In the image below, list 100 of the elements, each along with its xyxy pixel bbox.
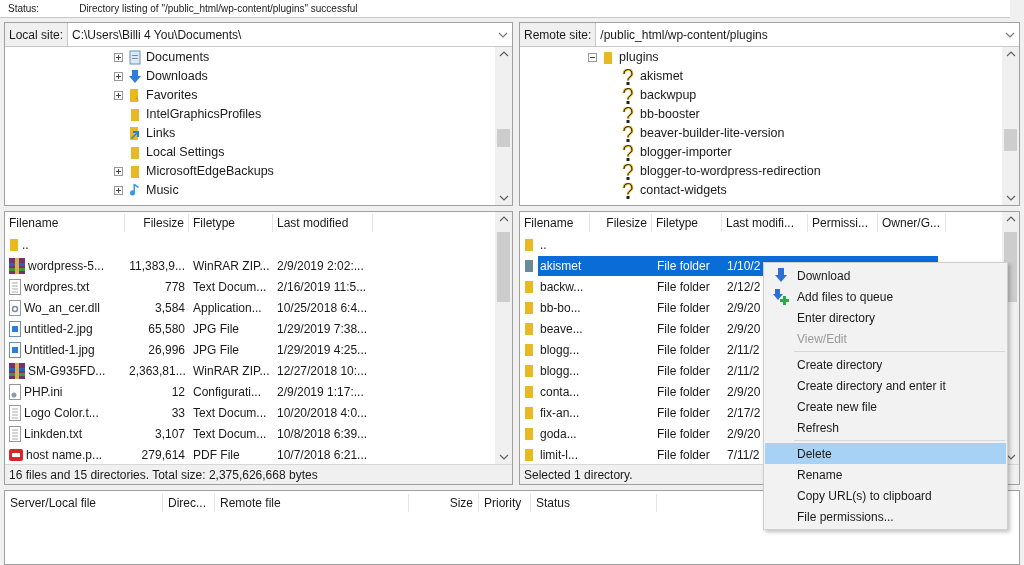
tree-item[interactable]: IntelGraphicsProfiles [114, 105, 495, 124]
tree-item[interactable]: Links [114, 124, 495, 143]
music-note-icon [129, 183, 141, 198]
menu-item[interactable]: Copy URL(s) to clipboard [765, 485, 1006, 506]
tree-item[interactable]: MicrosoftEdgeBackups [114, 162, 495, 181]
menu-item[interactable]: Add files to queue [765, 286, 1006, 307]
expand-icon[interactable] [114, 53, 123, 62]
column-header[interactable]: Status [531, 494, 657, 512]
column-header[interactable]: Owner/G... [878, 214, 946, 232]
expand-icon[interactable] [114, 167, 123, 176]
file-name[interactable]: wordpress-5... [28, 256, 105, 275]
file-type: Text Docum... [192, 404, 268, 422]
file-name[interactable]: Wo_an_cer.dll [24, 298, 100, 317]
file-name[interactable]: .. [538, 235, 653, 254]
file-name[interactable]: blogg... [538, 361, 653, 380]
scrollbar-thumb[interactable] [1004, 129, 1017, 151]
file-name[interactable]: Linkden.txt [24, 424, 83, 443]
scrollbar-thumb[interactable] [497, 129, 510, 147]
tree-item[interactable]: akismet [588, 67, 1002, 86]
file-name[interactable]: conta... [538, 382, 653, 401]
column-header[interactable]: Last modified [273, 214, 373, 232]
file-modified: 2/16/2019 11:5... [276, 278, 368, 296]
scrollbar[interactable] [495, 47, 512, 205]
text-file-icon [9, 278, 21, 295]
gear-file-icon [9, 299, 21, 316]
file-size: 11,383,9... [128, 257, 186, 275]
column-header[interactable]: Direc... [163, 494, 215, 512]
scroll-up-icon[interactable] [498, 216, 509, 222]
file-name[interactable]: host name.p... [26, 445, 103, 464]
file-name[interactable]: wordpres.txt [24, 277, 90, 296]
expand-icon[interactable] [114, 186, 123, 195]
column-header[interactable]: Filesize [125, 214, 189, 232]
tree-item[interactable]: backwpup [588, 86, 1002, 105]
tree-item[interactable]: beaver-builder-lite-version [588, 124, 1002, 143]
folder-icon [524, 384, 534, 399]
file-name[interactable]: Untitled-1.jpg [24, 340, 95, 359]
column-header[interactable]: Size [409, 494, 479, 512]
file-name[interactable]: goda... [538, 424, 653, 443]
tree-item[interactable]: bb-booster [588, 105, 1002, 124]
file-name[interactable]: fix-an... [538, 403, 653, 422]
expand-icon[interactable] [114, 72, 123, 81]
file-type: PDF File [192, 446, 241, 464]
file-name[interactable]: .. [22, 235, 29, 254]
file-name[interactable]: limit-l... [538, 445, 653, 464]
scrollbar[interactable] [1002, 47, 1019, 205]
file-name[interactable]: SM-G935FD... [28, 361, 106, 380]
folder-icon [130, 107, 140, 122]
menu-item[interactable]: Create directory and enter it [765, 375, 1006, 396]
menu-item[interactable]: Create new file [765, 396, 1006, 417]
column-header[interactable]: Last modifi... [722, 214, 808, 232]
file-row[interactable]: .. [538, 234, 938, 255]
column-header[interactable]: Permissi... [808, 214, 878, 232]
image-file-icon [9, 341, 21, 358]
file-name[interactable]: beave... [538, 319, 653, 338]
column-header[interactable]: Filetype [189, 214, 273, 232]
menu-item[interactable]: Delete [765, 443, 1006, 464]
tree-item[interactable]: plugins [588, 48, 1002, 67]
column-header[interactable]: Filename [5, 214, 125, 232]
folder-icon [9, 237, 19, 252]
tree-item[interactable]: Documents [114, 48, 495, 67]
menu-item[interactable]: Rename [765, 464, 1006, 485]
text-file-icon [9, 425, 21, 442]
menu-item[interactable]: Refresh [765, 417, 1006, 438]
column-header[interactable]: Remote file [215, 494, 409, 512]
scrollbar-thumb[interactable] [497, 232, 510, 302]
tree-item[interactable]: contact-widgets [588, 181, 1002, 200]
column-header[interactable]: Server/Local file [5, 494, 163, 512]
question-mark-icon [622, 106, 634, 123]
scroll-up-icon[interactable] [498, 51, 509, 57]
menu-item[interactable]: Enter directory [765, 307, 1006, 328]
column-header[interactable]: Priority [479, 494, 531, 512]
expand-icon[interactable] [114, 91, 123, 100]
question-mark-icon [622, 144, 634, 161]
column-header[interactable]: Filetype [652, 214, 722, 232]
file-name[interactable]: backw... [538, 277, 653, 296]
tree-item[interactable]: Favorites [114, 86, 495, 105]
scroll-down-icon[interactable] [1005, 195, 1016, 201]
menu-item[interactable]: File permissions... [765, 506, 1006, 527]
file-name[interactable]: akismet [538, 256, 653, 275]
scroll-down-icon[interactable] [498, 454, 509, 460]
file-name[interactable]: Logo Color.t... [24, 403, 99, 422]
file-name[interactable]: blogg... [538, 340, 653, 359]
scroll-up-icon[interactable] [1005, 51, 1016, 57]
column-header[interactable]: Filesize [590, 214, 652, 232]
tree-item[interactable]: blogger-to-wordpress-redirection [588, 162, 1002, 181]
column-header[interactable]: Filename [520, 214, 590, 232]
scrollbar[interactable] [495, 212, 512, 464]
file-name[interactable]: bb-bo... [538, 298, 653, 317]
tree-item[interactable]: blogger-importer [588, 143, 1002, 162]
tree-item[interactable]: Music [114, 181, 495, 200]
scroll-down-icon[interactable] [498, 195, 509, 201]
file-name[interactable]: PHP.ini [24, 382, 63, 401]
tree-item[interactable]: Local Settings [114, 143, 495, 162]
menu-item[interactable]: Create directory [765, 354, 1006, 375]
scroll-up-icon[interactable] [1005, 216, 1016, 222]
status-text: 16 files and 15 directories. Total size: 2,375,626,668 bytes [5, 464, 512, 484]
collapse-icon[interactable] [588, 53, 597, 62]
file-name[interactable]: untitled-2.jpg [24, 319, 93, 338]
log-label: Status: [8, 3, 40, 14]
tree-item[interactable]: Downloads [114, 67, 495, 86]
